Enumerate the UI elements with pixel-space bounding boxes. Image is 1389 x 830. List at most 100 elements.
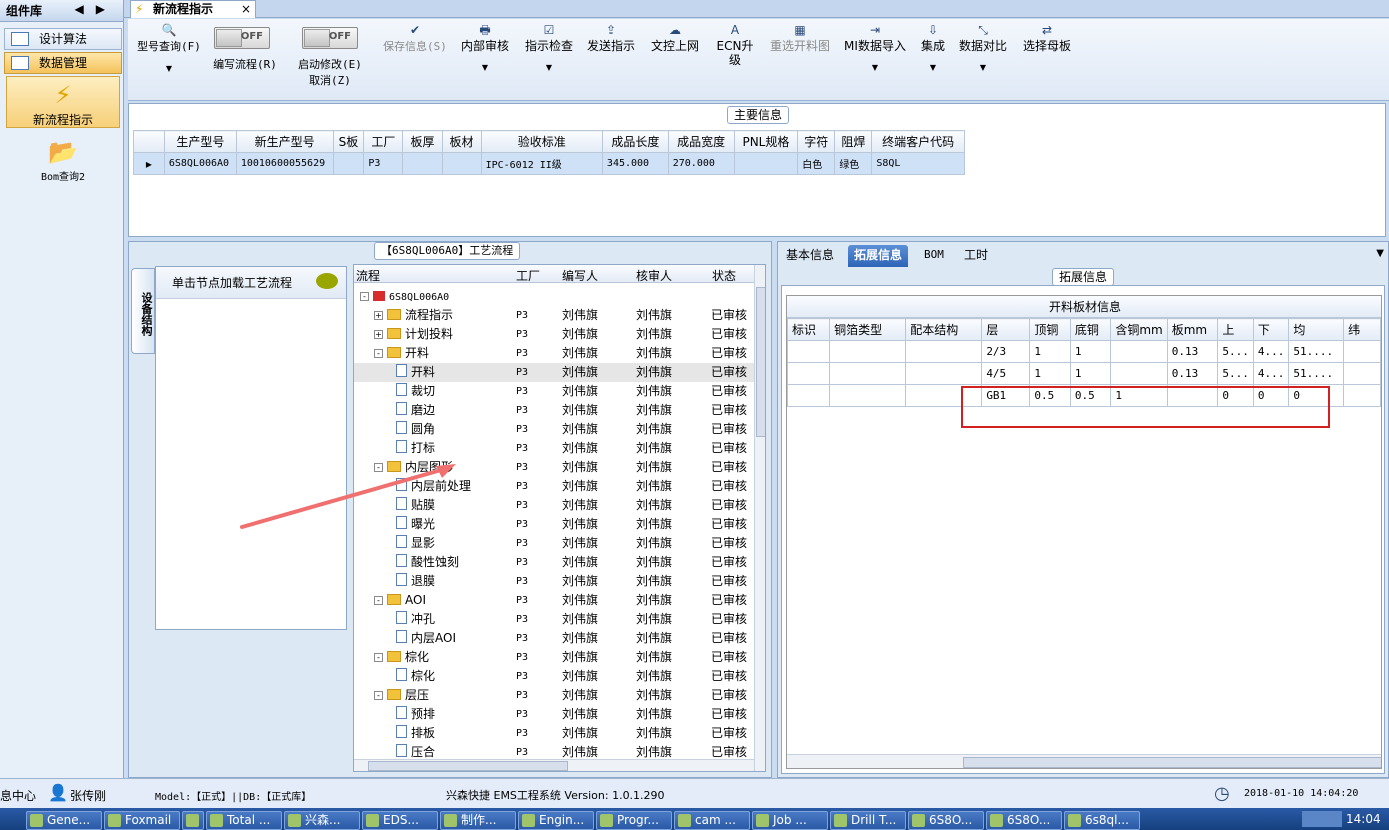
save-info-button[interactable]: ✔ 保存信息(S) bbox=[380, 23, 450, 54]
tree-node[interactable]: + 流程指示 P3 刘伟旗 刘伟旗 已审核 bbox=[354, 306, 754, 325]
grid-cell[interactable] bbox=[829, 384, 907, 407]
main-cell[interactable]: S8QL bbox=[871, 152, 965, 175]
main-cell[interactable] bbox=[332, 152, 365, 175]
tab-new-flow[interactable]: ⚡ 新流程指示 × bbox=[130, 0, 256, 18]
grid-cell[interactable] bbox=[905, 340, 983, 363]
grid-col-header[interactable]: 底铜 bbox=[1069, 318, 1112, 341]
main-col-header[interactable]: 板厚 bbox=[402, 130, 443, 153]
main-cell[interactable]: 绿色 bbox=[834, 152, 873, 175]
nav-new-flow[interactable]: ⚡ 新流程指示 bbox=[6, 76, 120, 128]
grid-cell[interactable]: 51.... bbox=[1288, 362, 1345, 385]
grid-cell[interactable]: 5... bbox=[1217, 340, 1254, 363]
tree-node[interactable]: 预排 P3 刘伟旗 刘伟旗 已审核 bbox=[354, 705, 754, 724]
collapse-icon[interactable]: - bbox=[360, 292, 369, 301]
chevron-down-icon[interactable]: ▼ bbox=[134, 62, 204, 76]
main-cell[interactable]: 345.000 bbox=[601, 152, 669, 175]
main-col-header[interactable]: 工厂 bbox=[363, 130, 404, 153]
grid-cell[interactable]: 1 bbox=[1029, 362, 1071, 385]
tab-extended-info[interactable]: 拓展信息 bbox=[848, 245, 909, 267]
grid-col-header[interactable]: 上 bbox=[1217, 318, 1254, 341]
main-cell[interactable]: 10010600055629 bbox=[235, 152, 334, 175]
grid-cell[interactable] bbox=[1110, 362, 1168, 385]
nav-arrows[interactable]: ◀▶ bbox=[75, 2, 117, 16]
taskbar-item[interactable]: Drill T... bbox=[830, 811, 906, 830]
grid-cell[interactable]: 1 bbox=[1029, 340, 1071, 363]
scroll-thumb[interactable] bbox=[368, 761, 568, 771]
tree-node[interactable]: + 计划投料 P3 刘伟旗 刘伟旗 已审核 bbox=[354, 325, 754, 344]
grid-col-header[interactable]: 纬 bbox=[1343, 318, 1381, 341]
tree-node[interactable]: 圆角 P3 刘伟旗 刘伟旗 已审核 bbox=[354, 420, 754, 439]
taskbar-item[interactable] bbox=[182, 811, 204, 830]
grid-col-header[interactable]: 含铜mm bbox=[1110, 318, 1168, 341]
integrate-button[interactable]: ⇩ 集成 ▼ bbox=[918, 23, 948, 75]
grid-hscrollbar[interactable] bbox=[787, 754, 1381, 768]
taskbar-item[interactable]: 制作... bbox=[440, 811, 516, 830]
main-col-header[interactable]: 成品宽度 bbox=[667, 130, 735, 153]
tree-node[interactable]: - 层压 P3 刘伟旗 刘伟旗 已审核 bbox=[354, 686, 754, 705]
tree-node[interactable]: 排板 P3 刘伟旗 刘伟旗 已审核 bbox=[354, 724, 754, 743]
tree-vscrollbar[interactable] bbox=[754, 265, 765, 771]
expand-icon[interactable]: + bbox=[374, 330, 383, 339]
scroll-thumb[interactable] bbox=[963, 757, 1381, 768]
grid-cell[interactable]: 0.13 bbox=[1166, 340, 1219, 363]
main-col-header[interactable]: S板 bbox=[332, 130, 365, 153]
grid-col-header[interactable]: 标识 bbox=[787, 318, 831, 341]
main-col-header[interactable]: 阻焊 bbox=[834, 130, 873, 153]
grid-col-header[interactable]: 板mm bbox=[1166, 318, 1219, 341]
taskbar-item[interactable]: Progr... bbox=[596, 811, 672, 830]
main-cell[interactable] bbox=[441, 152, 482, 175]
grid-cell[interactable] bbox=[787, 340, 831, 363]
send-instruction-button[interactable]: ⇪ 发送指示 bbox=[586, 23, 636, 53]
table-row[interactable]: ▸ 6S8QL006A0 10010600055629 P3 IPC-6012 II级… bbox=[133, 152, 965, 175]
taskbar-item[interactable]: Job ... bbox=[752, 811, 828, 830]
grid-cell[interactable] bbox=[905, 362, 983, 385]
mi-import-button[interactable]: ⇥ MI数据导入 ▼ bbox=[842, 23, 908, 75]
chevron-down-icon[interactable]: ▼ bbox=[842, 61, 908, 75]
main-col-header[interactable]: 字符 bbox=[797, 130, 836, 153]
taskbar-item[interactable]: EDS... bbox=[362, 811, 438, 830]
nav-data-management[interactable]: 数据管理 bbox=[4, 52, 122, 74]
tab-equipment-structure[interactable]: 设备结构 bbox=[131, 268, 155, 354]
main-cell[interactable]: 270.000 bbox=[667, 152, 735, 175]
grid-cell[interactable] bbox=[1343, 384, 1381, 407]
taskbar-item[interactable]: Foxmail bbox=[104, 811, 180, 830]
taskbar-item[interactable]: 6S8O... bbox=[908, 811, 984, 830]
grid-col-header[interactable]: 均 bbox=[1288, 318, 1345, 341]
main-cell[interactable]: P3 bbox=[363, 152, 404, 175]
grid-cell[interactable] bbox=[829, 340, 907, 363]
taskbar-item[interactable]: Engin... bbox=[518, 811, 594, 830]
grid-col-header[interactable]: 铜箔类型 bbox=[829, 318, 907, 341]
main-col-header[interactable]: 生产型号 bbox=[163, 130, 237, 153]
table-row[interactable]: 2/3 1 1 0.13 5... 4... 51.... bbox=[787, 340, 1381, 363]
grid-cell[interactable]: 5... bbox=[1217, 362, 1254, 385]
tray-icons[interactable] bbox=[1302, 811, 1342, 827]
scroll-thumb[interactable] bbox=[756, 287, 765, 437]
tree-node[interactable]: 开料 P3 刘伟旗 刘伟旗 已审核 bbox=[354, 363, 754, 382]
tree-node[interactable]: 冲孔 P3 刘伟旗 刘伟旗 已审核 bbox=[354, 610, 754, 629]
grid-col-header[interactable]: 顶铜 bbox=[1029, 318, 1071, 341]
table-row[interactable]: 4/5 1 1 0.13 5... 4... 51.... bbox=[787, 362, 1381, 385]
upload-online-button[interactable]: ☁ 文控上网 bbox=[648, 23, 702, 53]
taskbar-item[interactable]: Gene... bbox=[26, 811, 102, 830]
tree-node[interactable]: 退膜 P3 刘伟旗 刘伟旗 已审核 bbox=[354, 572, 754, 591]
model-query-button[interactable]: 🔍 型号查询(F) ▼ bbox=[134, 23, 204, 76]
grid-col-header[interactable]: 层 bbox=[981, 318, 1031, 341]
tree-node[interactable]: - AOI P3 刘伟旗 刘伟旗 已审核 bbox=[354, 591, 754, 610]
main-col-header[interactable]: 板材 bbox=[441, 130, 482, 153]
tree-node[interactable]: 内层AOI P3 刘伟旗 刘伟旗 已审核 bbox=[354, 629, 754, 648]
grid-col-header[interactable]: 下 bbox=[1252, 318, 1290, 341]
tree-node[interactable]: - 开料 P3 刘伟旗 刘伟旗 已审核 bbox=[354, 344, 754, 363]
grid-cell[interactable]: 2/3 bbox=[981, 340, 1031, 363]
main-col-header[interactable]: PNL规格 bbox=[733, 130, 799, 153]
data-compare-button[interactable]: ⤡ 数据对比 ▼ bbox=[956, 23, 1010, 75]
tree-node[interactable]: 酸性蚀刻 P3 刘伟旗 刘伟旗 已审核 bbox=[354, 553, 754, 572]
grid-cell[interactable] bbox=[787, 384, 831, 407]
main-cell[interactable]: 6S8QL006A0 bbox=[163, 152, 237, 175]
check-instruction-button[interactable]: ☑ 指示检查 ▼ bbox=[524, 23, 574, 75]
tree-node[interactable]: 棕化 P3 刘伟旗 刘伟旗 已审核 bbox=[354, 667, 754, 686]
start-modify-toggle[interactable]: OFF bbox=[302, 27, 358, 49]
grid-cell[interactable] bbox=[1343, 340, 1381, 363]
chevron-down-icon[interactable]: ▼ bbox=[460, 61, 510, 75]
grid-cell[interactable] bbox=[1343, 362, 1381, 385]
tab-work-hours[interactable]: 工时 bbox=[958, 245, 994, 267]
